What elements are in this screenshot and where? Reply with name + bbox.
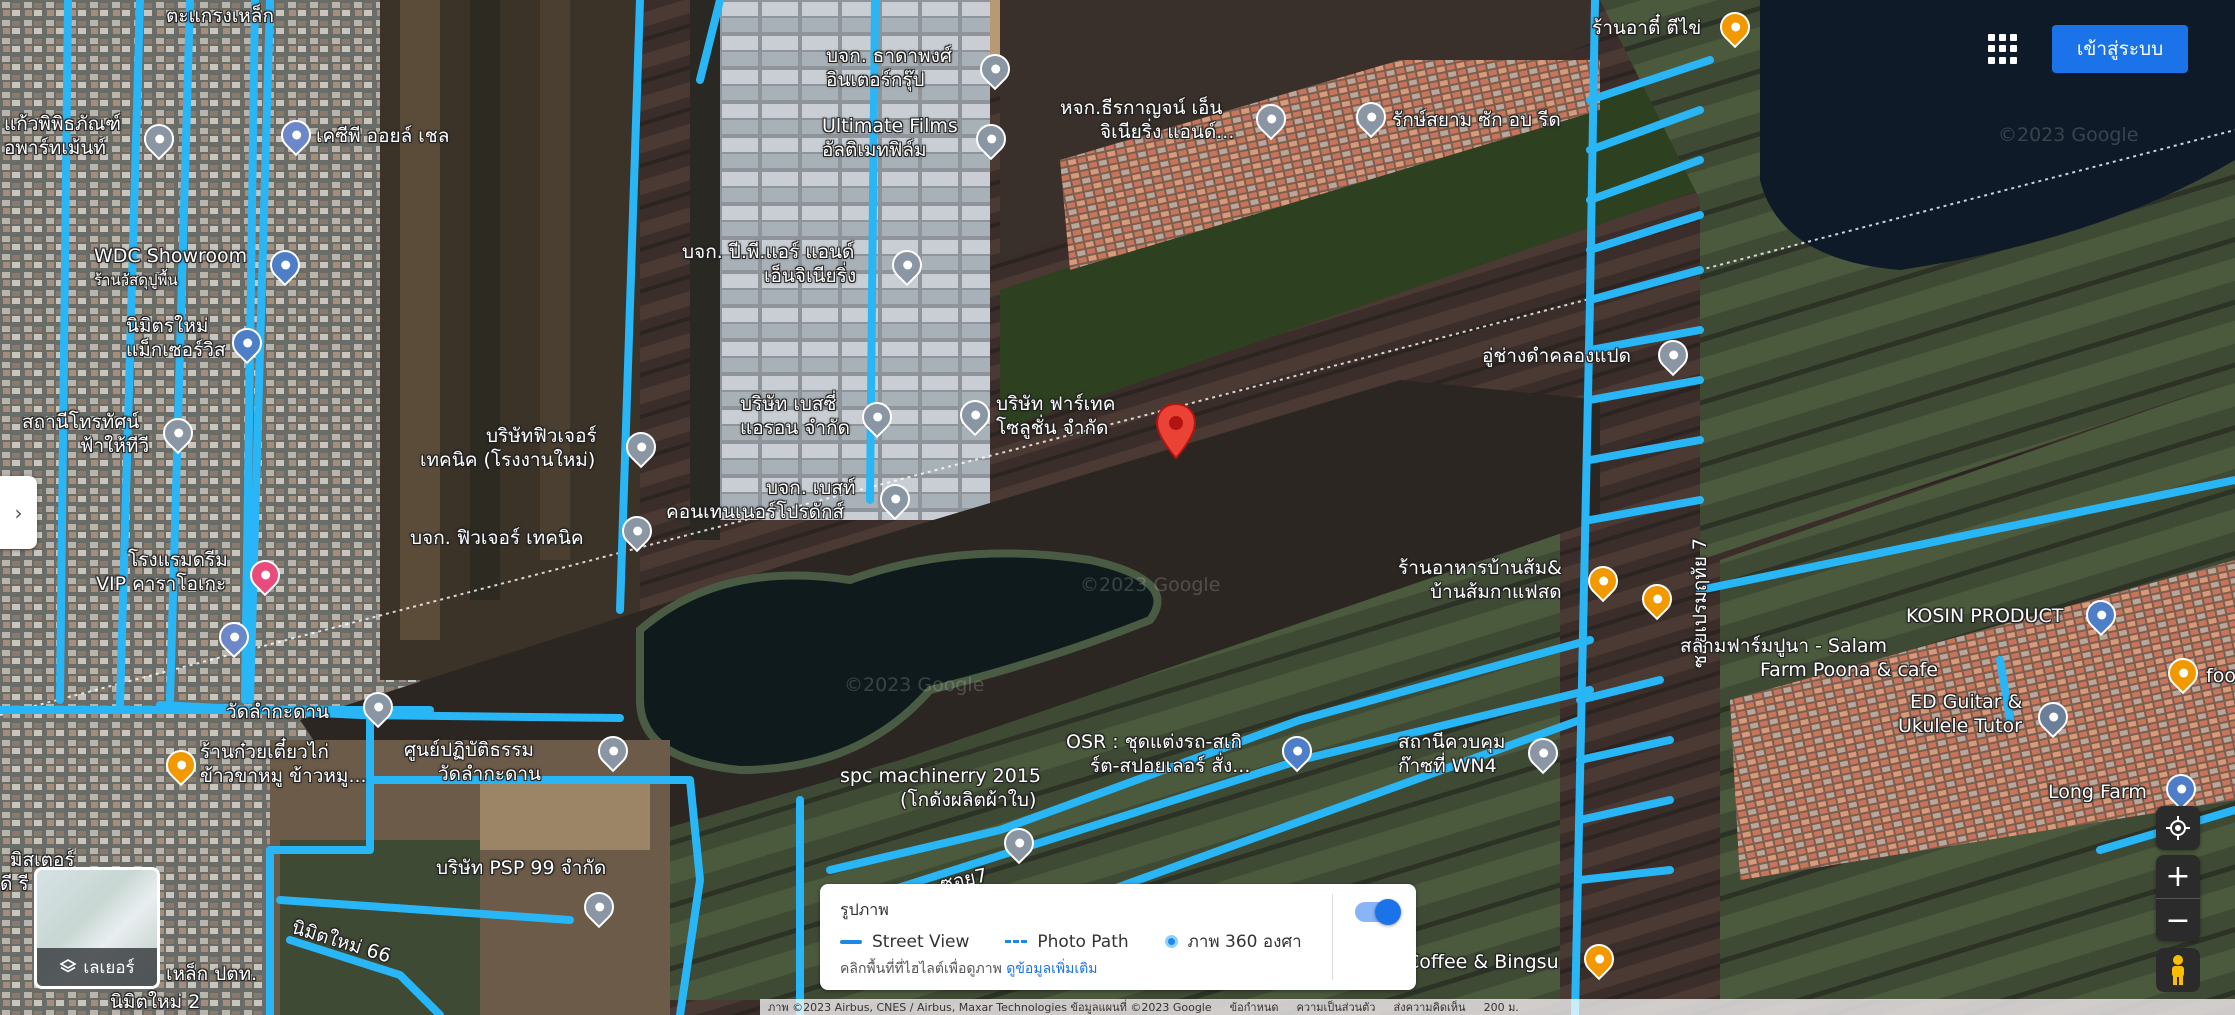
more-info-link[interactable]: ดูข้อมูลเพิ่มเติม (1006, 961, 1097, 977)
street-view-line-icon (840, 939, 862, 944)
place-label-theerakan[interactable]: หจก.ธีรกาญจน์ เอ็น จิเนียริ่ง แอนด์... (1060, 96, 1234, 144)
place-label-raksiam-laundry[interactable]: รักษ์สยาม ซัก อบ รีด (1392, 108, 1561, 132)
privacy-link[interactable]: ความเป็นส่วนตัว (1297, 999, 1376, 1015)
legend-divider (1332, 894, 1333, 980)
layers-icon (59, 959, 77, 973)
selected-location-marker[interactable] (1154, 402, 1198, 460)
map-watermark: ©2023 Google (1080, 574, 1221, 596)
feedback-link[interactable]: ส่งความคิดเห็น (1394, 999, 1466, 1015)
my-location-button[interactable] (2156, 806, 2200, 850)
zoom-out-button[interactable]: − (2156, 899, 2200, 942)
scale-bar[interactable]: 200 ม. (1484, 999, 1519, 1015)
layers-button[interactable]: เลเยอร์ (34, 867, 160, 989)
place-label-future-tech[interactable]: บจก. ฟิวเจอร์ เทคนิค (410, 526, 584, 550)
place-label-bansom[interactable]: ร้านอาหารบ้านส้ม& บ้านส้มกาแฟสด (1398, 556, 1562, 604)
place-label-faihai-tv[interactable]: สถานีโทรทัศน์ ฟ้าให้ทีวี (22, 410, 149, 458)
zoom-controls: + − (2156, 855, 2200, 941)
place-label-psp99[interactable]: บริษัท PSP 99 จำกัด (436, 856, 606, 880)
place-label-dream-hotel[interactable]: โรงแรมดรีม VIP คาราโอเกะ (96, 548, 228, 596)
map-watermark: ©2023 Google (1998, 124, 2139, 146)
place-label-osr[interactable]: OSR : ชุดแต่งรถ-สเกิ ร์ต-สปอยเลอร์ สั่ง..… (1066, 730, 1250, 778)
place-label-kosin-product[interactable]: KOSIN PRODUCT (1906, 604, 2063, 628)
place-label-gas-station-wn4[interactable]: สถานีควบคุม ก๊าซที่ WN4 (1398, 730, 1505, 778)
place-label-noodle-shop[interactable]: ร้านก๋วยเตี๋ยวไก่ ข้าวขาหมู ข้าวหมู... (200, 740, 367, 788)
place-label-fartech[interactable]: บริษัท ฟาร์เทค โซลูชั่น จำกัด (996, 392, 1115, 440)
place-label-ati-tikhai[interactable]: ร้านอาตี๋ ตีไข่ (1592, 16, 1701, 40)
place-label-meditation-center[interactable]: ศูนย์ปฏิบัติธรรม วัดลำกะดาน (404, 738, 541, 786)
place-label-bessy-aron[interactable]: บริษัท เบสซี่ แอรอน จำกัด (740, 392, 850, 440)
place-label-best-container[interactable]: บจก. เบสท์ คอนเทนเนอร์โปรดักส์ (666, 476, 855, 524)
place-label-takaeng[interactable]: ตะแกรงเหล็ก (166, 4, 274, 28)
place-label-future-tech-new[interactable]: บริษัทฟิวเจอร์ เทคนิค (โรงงานใหม่) (420, 424, 597, 472)
place-label-wat-lamkadan[interactable]: วัดลำกะดาน (226, 700, 329, 724)
legend-hint: คลิกพื้นที่ที่ไฮไลต์เพื่อดูภาพ ดูข้อมูลเ… (840, 961, 1098, 977)
place-label-pp-air[interactable]: บจก. ปี.พี.แอร์ แอนด์ เอ็นจิเนียริ่ง (682, 240, 856, 288)
street-view-legend-panel: รูปภาพ Street View Photo Path ภาพ 360 อง… (820, 884, 1416, 990)
my-location-icon (2166, 816, 2190, 840)
place-label-long-farm[interactable]: Long Farm (2048, 780, 2147, 804)
place-label-ed-guitar[interactable]: ED Guitar & Ukulele Tutor (1898, 690, 2022, 738)
place-label-ptt-steel[interactable]: เหล็ก ปตท. (166, 962, 257, 986)
map-watermark: ©2023 Google (844, 674, 985, 696)
legend-photo-path: Photo Path (1037, 931, 1129, 952)
photo-path-dash-icon (1005, 940, 1028, 943)
place-label-coffee-bingsu[interactable]: Coffee & Bingsu (1406, 950, 1559, 974)
place-label-salam-farm[interactable]: สลามฟาร์มปูนา - Salam Farm Poona & cafe (1680, 634, 1938, 682)
pegman-button[interactable] (2156, 948, 2200, 992)
place-label-thadapong[interactable]: บจก. ธาดาพงศ์ อินเตอร์กรุ๊ป (826, 44, 952, 92)
street-view-layer-toggle[interactable] (1355, 899, 1401, 925)
legend-street-view: Street View (872, 931, 970, 952)
apps-grid-icon[interactable] (1988, 34, 2018, 64)
road-label-left-cut: ดี รี (0, 873, 29, 895)
place-label-foo[interactable]: foo (2206, 664, 2235, 688)
legend-photo-360: ภาพ 360 องศา (1187, 932, 1302, 952)
place-label-dam-garage[interactable]: อู่ช่างดำคลองแปด (1482, 344, 1631, 368)
terms-link[interactable]: ข้อกำหนด (1230, 999, 1279, 1015)
pegman-icon (2172, 955, 2184, 985)
place-label-ultimate-films[interactable]: Ultimate Films อัลติเมทฟิล์ม (822, 114, 958, 162)
legend-title: รูปภาพ (840, 900, 889, 919)
photo-360-dot-icon (1164, 935, 1178, 948)
map-footer: ภาพ ©2023 Airbus, CNES / Airbus, Maxar T… (760, 999, 2235, 1015)
collapse-side-panel-button[interactable]: › (0, 476, 37, 549)
place-label-spc-machinery[interactable]: spc machinerry 2015 (โกดังผลิตผ้าใบ) (840, 764, 1041, 812)
place-label-kaew-apartment[interactable]: แก้วพิพิธภัณฑ์ อพาร์ทเม้นท์ (4, 112, 121, 160)
sign-in-button[interactable]: เข้าสู่ระบบ (2052, 25, 2188, 73)
place-label-nimit-mag[interactable]: นิมิตรใหม่ แม็กเซอร์วิส (126, 314, 226, 362)
zoom-in-button[interactable]: + (2156, 855, 2200, 899)
place-label-kcp-oil[interactable]: เคซีพี ออยล์ เชล (316, 124, 449, 148)
satellite-map[interactable] (0, 0, 2235, 1015)
road-label-nimit-2: นิมิตใหม่ 2 (110, 991, 201, 1013)
place-label-wdc-showroom[interactable]: WDC Showroom ร้านวัสดุปูพื้น (94, 244, 247, 292)
chevron-right-icon: › (14, 500, 23, 525)
layers-label: เลเยอร์ (83, 957, 135, 978)
imagery-attribution: ภาพ ©2023 Airbus, CNES / Airbus, Maxar T… (768, 1001, 1212, 1014)
